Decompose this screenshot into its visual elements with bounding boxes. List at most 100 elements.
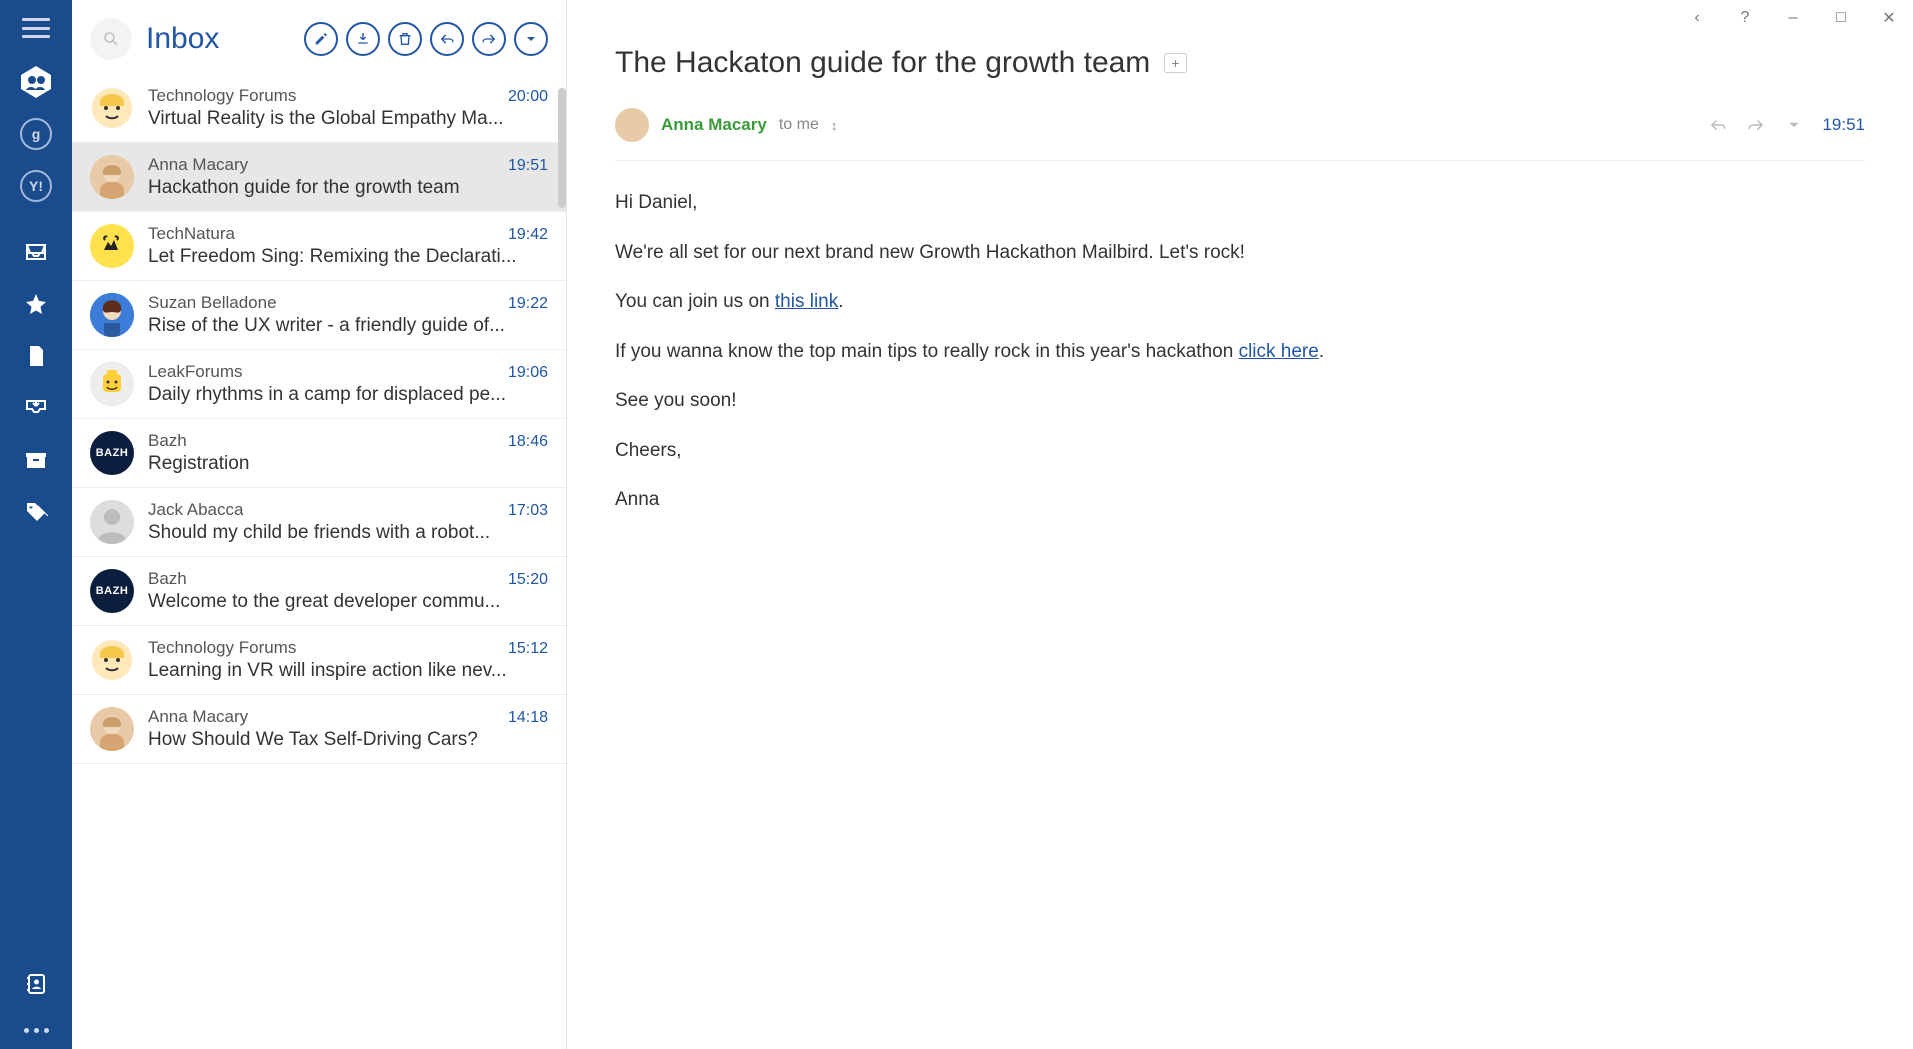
message-from: LeakForums xyxy=(148,362,242,382)
starred-icon[interactable] xyxy=(18,286,54,322)
message-avatar xyxy=(90,707,134,751)
add-tag-button[interactable]: + xyxy=(1164,53,1186,73)
contacts-account-icon[interactable] xyxy=(18,64,54,100)
sender-name[interactable]: Anna Macary xyxy=(661,115,767,135)
message-subject: Learning in VR will inspire action like … xyxy=(148,660,548,682)
reader-subject: The Hackaton guide for the growth team xyxy=(615,46,1150,80)
message-subject: Let Freedom Sing: Remixing the Declarati… xyxy=(148,246,548,268)
scrollbar[interactable] xyxy=(558,88,566,208)
expand-recipients-icon[interactable]: ↕ xyxy=(831,118,838,133)
message-from: Technology Forums xyxy=(148,86,296,106)
window-titlebar: ‹ ? – □ ✕ xyxy=(567,0,1913,36)
message-avatar xyxy=(90,224,134,268)
message-row[interactable]: Technology Forums 20:00 Virtual Reality is… xyxy=(72,74,566,143)
drafts-icon[interactable] xyxy=(18,338,54,374)
message-subject: How Should We Tax Self-Driving Cars? xyxy=(148,729,548,751)
compose-button[interactable] xyxy=(304,22,338,56)
message-time: 19:51 xyxy=(508,157,548,175)
body-line: Cheers, xyxy=(615,437,1865,465)
google-account-icon[interactable]: g xyxy=(18,116,54,152)
app-root: g Y! xyxy=(0,0,1913,1049)
body-line: Hi Daniel, xyxy=(615,189,1865,217)
message-avatar: BAZH xyxy=(90,569,134,613)
body-line: You can join us on this link. xyxy=(615,288,1865,316)
tips-link[interactable]: click here xyxy=(1239,341,1319,362)
reader-meta: Anna Macary to me ↕ 19:51 xyxy=(615,108,1865,161)
message-from: Anna Macary xyxy=(148,155,248,175)
message-time: 19:42 xyxy=(508,226,548,244)
message-avatar xyxy=(90,293,134,337)
dropdown-icon[interactable] xyxy=(1784,116,1804,134)
message-time: 19:06 xyxy=(508,364,548,382)
yahoo-account-icon[interactable]: Y! xyxy=(18,168,54,204)
message-row[interactable]: LeakForums 19:06 Daily rhythms in a camp f… xyxy=(72,350,566,419)
address-book-icon[interactable] xyxy=(18,966,54,1002)
more-actions-button[interactable] xyxy=(514,22,548,56)
message-subject: Rise of the UX writer - a friendly guide… xyxy=(148,315,548,337)
close-button[interactable]: ✕ xyxy=(1875,8,1903,28)
message-row[interactable]: Technology Forums15:12Learning in VR wil… xyxy=(72,626,566,695)
message-from: Anna Macary xyxy=(148,707,248,727)
tags-icon[interactable] xyxy=(18,494,54,530)
body-line: See you soon! xyxy=(615,387,1865,415)
message-from: Technology Forums xyxy=(148,638,296,658)
minimize-button[interactable]: – xyxy=(1779,9,1807,27)
message-subject: Registration xyxy=(148,453,548,475)
reply-icon[interactable] xyxy=(1708,116,1728,134)
reading-pane: ‹ ? – □ ✕ The Hackaton guide for the gro… xyxy=(567,0,1913,1049)
message-from: TechNatura xyxy=(148,224,235,244)
message-subject: Virtual Reality is the Global Empathy Ma… xyxy=(148,108,548,130)
message-avatar xyxy=(90,638,134,682)
message-row[interactable]: Anna Macary 19:51 Hackathon guide for the … xyxy=(72,143,566,212)
message-from: Bazh xyxy=(148,431,187,451)
message-subject: Should my child be friends with a robot.… xyxy=(148,522,548,544)
reply-button[interactable] xyxy=(430,22,464,56)
body-line: Anna xyxy=(615,486,1865,514)
message-time: 20:00 xyxy=(508,88,548,106)
maximize-button[interactable]: □ xyxy=(1827,9,1855,27)
forward-icon[interactable] xyxy=(1746,116,1766,134)
sidebar: g Y! xyxy=(0,0,72,1049)
forward-button[interactable] xyxy=(472,22,506,56)
sent-icon[interactable] xyxy=(18,390,54,426)
message-row[interactable]: Anna Macary 14:18 How Should We Tax Self-D… xyxy=(72,695,566,764)
recipient-label: to me xyxy=(779,116,819,134)
message-from: Bazh xyxy=(148,569,187,589)
inbox-icon[interactable] xyxy=(18,234,54,270)
message-row[interactable]: TechNatura 19:42 Let Freedom Sing: Remixin… xyxy=(72,212,566,281)
message-list: Technology Forums 20:00 Virtual Reality is… xyxy=(72,74,566,1049)
message-subject: Daily rhythms in a camp for displaced pe… xyxy=(148,384,548,406)
message-time: 18:46 xyxy=(508,433,548,451)
menu-icon[interactable] xyxy=(22,18,50,38)
join-link[interactable]: this link xyxy=(775,291,838,312)
folder-title: Inbox xyxy=(146,22,290,56)
message-row[interactable]: BAZHBazh15:20Welcome to the great develo… xyxy=(72,557,566,626)
email-body: Hi Daniel, We're all set for our next br… xyxy=(615,189,1865,514)
message-avatar xyxy=(90,155,134,199)
search-button[interactable] xyxy=(90,18,132,60)
message-time: 19:22 xyxy=(508,295,548,313)
delete-button[interactable] xyxy=(388,22,422,56)
message-from: Jack Abacca xyxy=(148,500,243,520)
back-button[interactable]: ‹ xyxy=(1683,9,1711,27)
message-time: 14:18 xyxy=(508,709,548,727)
message-avatar xyxy=(90,362,134,406)
body-line: If you wanna know the top main tips to r… xyxy=(615,338,1865,366)
message-time: 15:20 xyxy=(508,571,548,589)
search-icon xyxy=(102,30,120,48)
message-row[interactable]: BAZH Bazh 18:46 Registration xyxy=(72,419,566,488)
help-button[interactable]: ? xyxy=(1731,9,1759,27)
reader-subject-row: The Hackaton guide for the growth team + xyxy=(615,46,1865,80)
more-icon[interactable] xyxy=(24,1028,49,1033)
reader-time: 19:51 xyxy=(1822,115,1865,135)
sender-avatar[interactable] xyxy=(615,108,649,142)
message-time: 17:03 xyxy=(508,502,548,520)
message-list-panel: Inbox Technology Forums 20:00 Virtual Real… xyxy=(72,0,567,1049)
message-subject: Hackathon guide for the growth team xyxy=(148,177,548,199)
message-row[interactable]: Jack Abacca 17:03 Should my child be frien… xyxy=(72,488,566,557)
message-row[interactable]: Suzan Belladone19:22Rise of the UX write… xyxy=(72,281,566,350)
message-avatar xyxy=(90,500,134,544)
download-button[interactable] xyxy=(346,22,380,56)
message-avatar: BAZH xyxy=(90,431,134,475)
archive-icon[interactable] xyxy=(18,442,54,478)
